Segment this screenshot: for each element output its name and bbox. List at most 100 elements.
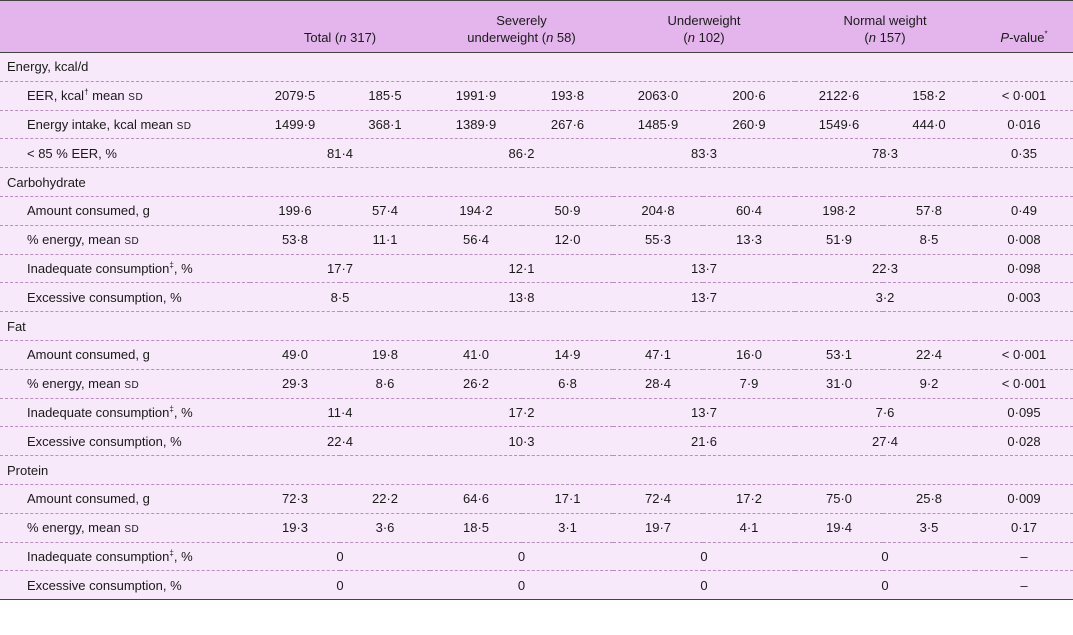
section-row: Fat — [0, 311, 1073, 341]
p-value-cell: 0·009 — [975, 484, 1073, 514]
sd-cell: 4·1 — [703, 513, 796, 543]
mean-cell: 1499·9 — [250, 110, 340, 140]
sd-cell: 22·2 — [340, 484, 430, 514]
percent-cell: 11·4 — [250, 398, 430, 428]
sd-cell: 8·6 — [340, 369, 430, 399]
row-label: EER, kcal† mean sd — [0, 81, 250, 111]
percent-cell: 17·7 — [250, 254, 430, 284]
section-label: Protein — [0, 455, 1073, 485]
row-label: Excessive consumption, % — [0, 426, 250, 457]
sd-cell: 3·1 — [522, 513, 614, 543]
percent-cell: 83·3 — [613, 138, 796, 169]
percent-cell: 0 — [795, 542, 976, 572]
mean-cell: 2063·0 — [613, 81, 704, 111]
p-value-cell: < 0·001 — [975, 81, 1073, 111]
row-label: Amount consumed, g — [0, 340, 250, 370]
mean-cell: 2079·5 — [250, 81, 340, 111]
mean-cell: 28·4 — [613, 369, 704, 399]
mean-cell: 55·3 — [613, 225, 704, 255]
sd-cell: 57·4 — [340, 196, 430, 226]
percent-cell: 78·3 — [795, 138, 976, 169]
table-row: Amount consumed, g 199·6 57·4 194·2 50·9 204·… — [0, 196, 1073, 226]
mean-cell: 1549·6 — [795, 110, 884, 140]
sd-cell: 17·1 — [522, 484, 614, 514]
mean-cell: 204·8 — [613, 196, 704, 226]
sd-cell: 193·8 — [522, 81, 614, 111]
mean-cell: 19·7 — [613, 513, 704, 543]
percent-cell: 22·4 — [250, 426, 430, 457]
sd-cell: 3·5 — [883, 513, 976, 543]
mean-cell: 31·0 — [795, 369, 884, 399]
percent-cell: 0 — [613, 542, 796, 572]
mean-cell: 47·1 — [613, 340, 704, 370]
row-label: Excessive consumption, % — [0, 282, 250, 313]
nutrient-intake-table: Total (n 317) Severely underweight (n 58… — [0, 0, 1073, 601]
percent-cell: 0 — [250, 542, 430, 572]
mean-cell: 29·3 — [250, 369, 340, 399]
p-value-cell: 0·095 — [975, 398, 1073, 428]
sd-cell: 158·2 — [883, 81, 976, 111]
table-row: % energy, mean sd 19·3 3·6 18·5 3·1 19·7 4·1 19… — [0, 513, 1073, 543]
table-row: Amount consumed, g 72·3 22·2 64·6 17·1 72·4 17… — [0, 484, 1073, 514]
sd-cell: 6·8 — [522, 369, 614, 399]
table-row: Excessive consumption, % 8·5 13·8 13·7 3·2 0·… — [0, 282, 1073, 313]
table-row: Excessive consumption, % 0 0 0 0– — [0, 570, 1073, 601]
table-row: Excessive consumption, % 22·4 10·3 21·6 27·4… — [0, 426, 1073, 457]
row-label: Amount consumed, g — [0, 196, 250, 226]
percent-cell: 0 — [430, 542, 614, 572]
p-value-cell: < 0·001 — [975, 369, 1073, 399]
sd-cell: 185·5 — [340, 81, 430, 111]
percent-cell: 81·4 — [250, 138, 430, 169]
table-row: Inadequate consumption‡, % 17·7 12·1 13·7 22… — [0, 254, 1073, 284]
table-row: Energy intake, kcal mean sd 1499·9 368·1 13… — [0, 110, 1073, 140]
p-value-cell: 0·016 — [975, 110, 1073, 140]
percent-cell: 86·2 — [430, 138, 614, 169]
mean-cell: 53·1 — [795, 340, 884, 370]
sd-cell: 14·9 — [522, 340, 614, 370]
percent-cell: 12·1 — [430, 254, 614, 284]
p-value-cell: – — [975, 570, 1073, 601]
row-label: Inadequate consumption‡, % — [0, 254, 250, 284]
sd-cell: 260·9 — [703, 110, 796, 140]
sd-cell: 12·0 — [522, 225, 614, 255]
header-row: Total (n 317) Severely underweight (n 58… — [0, 0, 1073, 53]
header-p-value: P-value* — [1000, 29, 1048, 45]
sd-cell: 13·3 — [703, 225, 796, 255]
percent-cell: 0 — [250, 570, 430, 601]
table-body: Energy, kcal/d EER, kcal† mean sd 2079·5 18… — [0, 52, 1073, 601]
p-value-cell: 0·003 — [975, 282, 1073, 313]
percent-cell: 8·5 — [250, 282, 430, 313]
mean-cell: 194·2 — [430, 196, 522, 226]
section-row: Carbohydrate — [0, 167, 1073, 197]
percent-cell: 13·8 — [430, 282, 614, 313]
percent-cell: 0 — [430, 570, 614, 601]
table-row: % energy, mean sd 53·8 11·1 56·4 12·0 55·3 13·… — [0, 225, 1073, 255]
row-label: Energy intake, kcal mean sd — [0, 110, 250, 140]
p-value-cell: 0·008 — [975, 225, 1073, 255]
row-label: Inadequate consumption‡, % — [0, 542, 250, 572]
p-value-cell: 0·35 — [975, 138, 1073, 169]
row-label: % energy, mean sd — [0, 225, 250, 255]
p-value-cell: – — [975, 542, 1073, 572]
mean-cell: 72·4 — [613, 484, 704, 514]
percent-cell: 10·3 — [430, 426, 614, 457]
percent-cell: 3·2 — [795, 282, 976, 313]
sd-cell: 17·2 — [703, 484, 796, 514]
mean-cell: 41·0 — [430, 340, 522, 370]
percent-cell: 0 — [613, 570, 796, 601]
header-total: Total (n 317) — [303, 30, 377, 45]
row-label: % energy, mean sd — [0, 369, 250, 399]
sd-cell: 50·9 — [522, 196, 614, 226]
percent-cell: 22·3 — [795, 254, 976, 284]
p-value-cell: 0·028 — [975, 426, 1073, 457]
mean-cell: 49·0 — [250, 340, 340, 370]
mean-cell: 199·6 — [250, 196, 340, 226]
mean-cell: 56·4 — [430, 225, 522, 255]
row-label: Amount consumed, g — [0, 484, 250, 514]
section-label: Energy, kcal/d — [0, 52, 1073, 82]
table-row: Inadequate consumption‡, % 11·4 17·2 13·7 7·… — [0, 398, 1073, 428]
mean-cell: 2122·6 — [795, 81, 884, 111]
mean-cell: 198·2 — [795, 196, 884, 226]
table-row: Amount consumed, g 49·0 19·8 41·0 14·9 47·1 16… — [0, 340, 1073, 370]
sd-cell: 25·8 — [883, 484, 976, 514]
